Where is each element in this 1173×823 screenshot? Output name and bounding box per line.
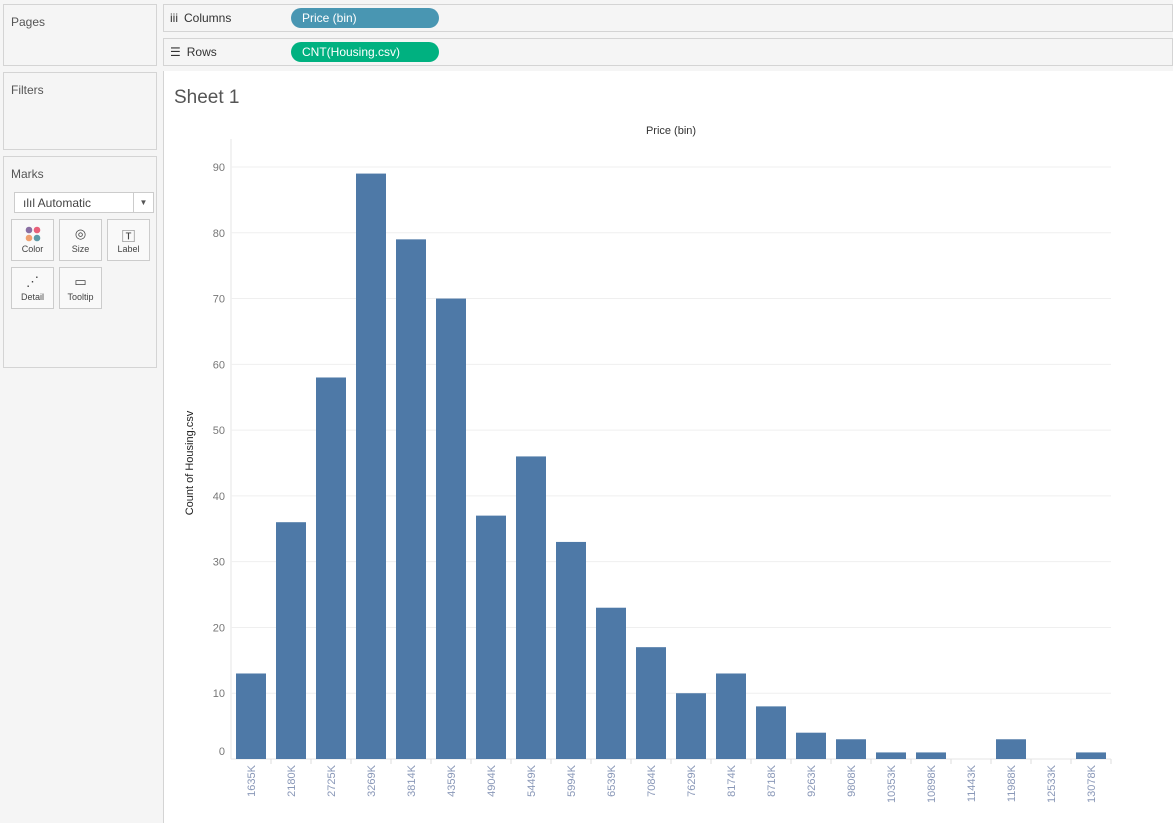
x-tick-label: 11443K bbox=[966, 764, 978, 802]
bar bbox=[476, 515, 506, 759]
bar bbox=[1076, 752, 1106, 759]
x-tick-label: 5449K bbox=[526, 764, 538, 796]
marks-title: Marks bbox=[11, 167, 44, 181]
x-tick-label: 10353K bbox=[886, 764, 898, 803]
bar bbox=[276, 522, 306, 759]
y-tick-label: 30 bbox=[213, 557, 225, 569]
rows-icon: ☰ bbox=[170, 45, 181, 59]
pages-title: Pages bbox=[11, 15, 46, 29]
chart-title: Price (bin) bbox=[646, 125, 696, 137]
label-button[interactable]: 🅃 Label bbox=[107, 219, 150, 261]
bar-chart-icon: ılıl bbox=[23, 196, 38, 210]
size-label: Size bbox=[71, 244, 90, 254]
columns-label: Columns bbox=[184, 11, 232, 25]
sheet-view: Sheet 1 Price (bin) 0 10 20 30 40 50 60 70 80 90 Co… bbox=[163, 71, 1173, 823]
size-icon: ◎ bbox=[74, 226, 87, 241]
x-tick-label: 6539K bbox=[606, 764, 618, 796]
x-tick-label: 4359K bbox=[446, 764, 458, 796]
filters-title: Filters bbox=[11, 83, 44, 97]
pages-card: Pages bbox=[3, 4, 157, 66]
y-tick-label: 90 bbox=[213, 162, 225, 174]
y-tick-label: 50 bbox=[213, 425, 225, 437]
bar bbox=[636, 647, 666, 759]
bar bbox=[916, 752, 946, 759]
y-tick-label: 80 bbox=[213, 228, 225, 240]
y-tick-label: 40 bbox=[213, 491, 225, 503]
x-tick-label: 8718K bbox=[766, 764, 778, 796]
chevron-down-icon[interactable]: ▼ bbox=[133, 193, 153, 212]
bar bbox=[756, 706, 786, 759]
y-tick-label: 0 bbox=[219, 746, 225, 758]
bar bbox=[436, 298, 466, 759]
y-tick-label: 10 bbox=[213, 688, 225, 700]
bar bbox=[516, 456, 546, 759]
x-tick-label: 1635K bbox=[246, 764, 258, 796]
x-tick-label: 3814K bbox=[406, 764, 418, 796]
mark-type-value: Automatic bbox=[37, 196, 92, 210]
y-axis-title: Count of Housing.csv bbox=[184, 410, 196, 515]
histogram-chart: Price (bin) 0 10 20 30 40 50 60 70 80 90 Count of H… bbox=[184, 125, 1112, 803]
x-tick-label: 4904K bbox=[486, 764, 498, 796]
tooltip-label: Tooltip bbox=[67, 292, 94, 302]
x-tick-label: 7084K bbox=[646, 764, 658, 796]
bar bbox=[676, 693, 706, 759]
filters-card: Filters bbox=[3, 72, 157, 150]
x-tick-label: 3269K bbox=[366, 764, 378, 796]
y-tick-label: 70 bbox=[213, 294, 225, 306]
count-pill[interactable]: CNT(Housing.csv) bbox=[291, 42, 439, 62]
x-tick-label: 2180K bbox=[286, 764, 298, 796]
detail-icon: ⋰ bbox=[26, 274, 39, 289]
detail-button[interactable]: ⋰ Detail bbox=[11, 267, 54, 309]
x-tick-label: 13078K bbox=[1086, 764, 1098, 803]
color-button[interactable]: Color bbox=[11, 219, 54, 261]
bar bbox=[996, 739, 1026, 759]
bar bbox=[876, 752, 906, 759]
color-icon bbox=[12, 220, 53, 244]
bar bbox=[356, 173, 386, 760]
label-icon: 🅃 bbox=[121, 229, 135, 244]
x-tick-label: 7629K bbox=[686, 764, 698, 796]
x-tick-label: 8174K bbox=[726, 764, 738, 796]
x-tick-label: 2725K bbox=[326, 764, 338, 796]
bar bbox=[396, 239, 426, 759]
x-tick-label: 10898K bbox=[926, 764, 938, 803]
x-tick-label: 9263K bbox=[806, 764, 818, 796]
mark-type-dropdown[interactable]: ılıl Automatic ▼ bbox=[14, 192, 154, 213]
bar bbox=[556, 541, 586, 759]
rows-label: Rows bbox=[186, 45, 217, 59]
marks-card: Marks ılıl Automatic ▼ Color ◎ Size 🅃 Labe… bbox=[3, 156, 157, 368]
columns-icon: iii bbox=[170, 11, 178, 25]
bar bbox=[836, 739, 866, 759]
price-bin-pill[interactable]: Price (bin) bbox=[291, 8, 439, 28]
x-tick-label: 5994K bbox=[566, 764, 578, 796]
bar bbox=[236, 673, 266, 759]
tooltip-icon: ▭ bbox=[74, 274, 87, 289]
x-tick-label: 11988K bbox=[1006, 764, 1018, 802]
x-tick-label: 9808K bbox=[846, 764, 858, 796]
bar bbox=[716, 673, 746, 759]
label-label: Label bbox=[117, 244, 140, 254]
detail-label: Detail bbox=[20, 292, 44, 302]
color-label: Color bbox=[21, 244, 44, 254]
tooltip-button[interactable]: ▭ Tooltip bbox=[59, 267, 102, 309]
bar bbox=[316, 377, 346, 759]
columns-shelf[interactable]: iii Columns Price (bin) bbox=[163, 4, 1173, 32]
bar bbox=[596, 607, 626, 759]
y-tick-label: 20 bbox=[213, 622, 225, 634]
size-button[interactable]: ◎ Size bbox=[59, 219, 102, 261]
rows-shelf[interactable]: ☰ Rows CNT(Housing.csv) bbox=[163, 38, 1173, 66]
y-tick-label: 60 bbox=[213, 359, 225, 371]
bar bbox=[796, 732, 826, 759]
x-tick-label: 12533K bbox=[1046, 764, 1058, 803]
